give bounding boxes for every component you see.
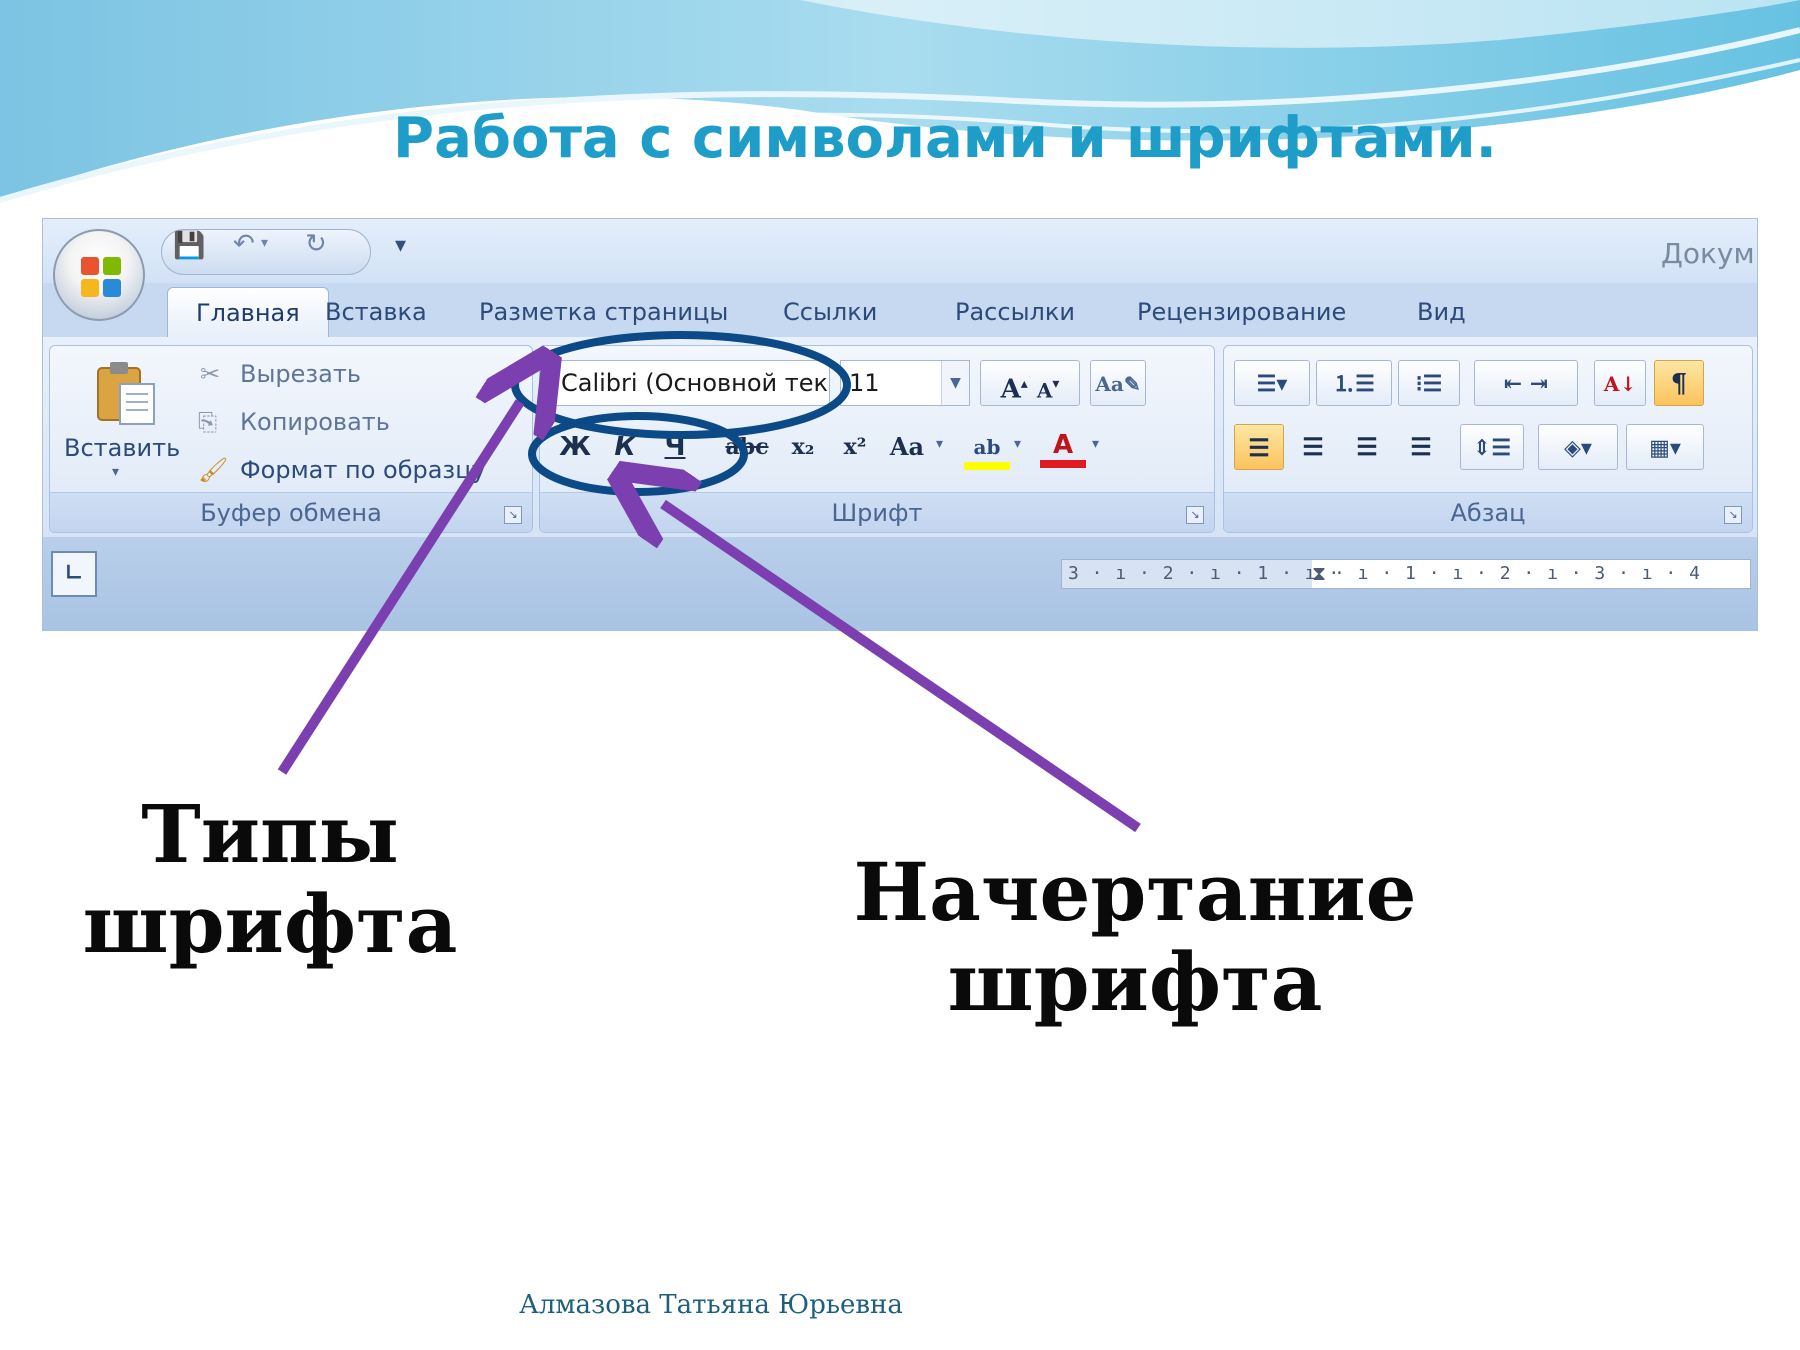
office-logo-icon (81, 257, 121, 297)
font-size-value: 11 (849, 369, 880, 397)
font-launcher-icon[interactable]: ↘ (1186, 506, 1204, 524)
quick-access-toolbar: 💾 ↶ ▾ ↻ ▾ Докум (43, 219, 1757, 283)
tab-home[interactable]: Главная (167, 287, 329, 337)
clipboard-launcher-icon[interactable]: ↘ (504, 506, 522, 524)
horizontal-ruler[interactable]: 3 · ı · 2 · ı · 1 · ı · ⧗ · ı · 1 · ı · … (1061, 559, 1751, 589)
copy-button[interactable]: Копировать (240, 408, 390, 436)
paste-dropdown-icon[interactable]: ▾ (112, 464, 119, 480)
document-title: Докум (1661, 237, 1755, 270)
word-ribbon-screenshot: 💾 ↶ ▾ ↻ ▾ Докум Главная Вставка Разметка… (42, 218, 1758, 631)
font-color-button[interactable]: A (1040, 422, 1086, 468)
redo-icon[interactable]: ↻ (305, 229, 327, 259)
justify-icon[interactable]: ☰ (1396, 424, 1446, 470)
tab-mailings[interactable]: Рассылки (955, 287, 1075, 337)
group-font: Calibri (Основной текст) 11 ▼ A▴ A▾ Aa✎ … (539, 345, 1215, 533)
undo-icon[interactable]: ↶ (233, 229, 255, 259)
bullets-icon[interactable]: ☰▾ (1234, 360, 1310, 406)
format-painter-button[interactable]: Формат по образцу (240, 456, 486, 484)
group-paragraph: ☰▾ ⒈☰ ⁝☰ ⇤ ⇥ А↓ ¶ ☰ ☰ ☰ ☰ ⇕☰ ◈▾ ▦▾ Абзац… (1223, 345, 1753, 533)
multilevel-list-icon[interactable]: ⁝☰ (1398, 360, 1460, 406)
align-left-icon[interactable]: ☰ (1234, 424, 1284, 470)
bold-button[interactable]: Ж (552, 424, 598, 470)
show-marks-button[interactable]: ¶ (1654, 360, 1704, 406)
author-footer: Алмазова Татьяна Юрьевна (519, 1290, 903, 1320)
save-icon[interactable]: 💾 (173, 231, 205, 261)
paragraph-group-label: Абзац (1224, 492, 1752, 532)
change-case-dropdown-icon[interactable]: ▾ (936, 436, 943, 452)
copy-icon[interactable]: ⎘ (198, 408, 217, 436)
ruler-bar: ∟ 3 · ı · 2 · ı · 1 · ı · ⧗ · ı · 1 · ı … (43, 537, 1757, 630)
indent-marker-icon[interactable]: ⧗ (1312, 560, 1332, 588)
font-color-dropdown-icon[interactable]: ▾ (1092, 436, 1099, 452)
indent-buttons-icon[interactable]: ⇤ ⇥ (1474, 360, 1578, 406)
highlight-button[interactable]: ab (964, 424, 1010, 470)
underline-button[interactable]: Ч (652, 424, 698, 470)
office-button[interactable] (53, 229, 145, 321)
cut-button[interactable]: Вырезать (240, 360, 361, 388)
strikethrough-button[interactable]: abc (724, 424, 770, 470)
format-painter-icon[interactable]: 🖌 (198, 456, 228, 484)
line-spacing-icon[interactable]: ⇕☰ (1460, 424, 1524, 470)
grow-shrink-font-buttons[interactable]: A▴ A▾ (980, 360, 1080, 406)
borders-icon[interactable]: ▦▾ (1626, 424, 1704, 470)
paste-button[interactable]: Вставить (64, 434, 180, 462)
undo-dropdown-icon[interactable]: ▾ (261, 235, 268, 251)
italic-button[interactable]: К (602, 424, 648, 470)
paragraph-launcher-icon[interactable]: ↘ (1724, 506, 1742, 524)
tab-insert[interactable]: Вставка (325, 287, 427, 337)
highlight-dropdown-icon[interactable]: ▾ (1014, 436, 1021, 452)
customize-qat-icon[interactable]: ▾ (395, 233, 406, 258)
group-clipboard: Вставить ▾ ✂ Вырезать ⎘ Копировать 🖌 Фор… (49, 345, 533, 533)
tab-review[interactable]: Рецензирование (1137, 287, 1346, 337)
numbering-icon[interactable]: ⒈☰ (1316, 360, 1392, 406)
ruler-left-scale: 3 · ı · 2 · ı · 1 · ı · (1068, 563, 1341, 584)
shading-icon[interactable]: ◈▾ (1538, 424, 1618, 470)
cut-icon[interactable]: ✂ (200, 360, 220, 388)
font-group-label: Шрифт (540, 492, 1214, 532)
clipboard-group-label: Буфер обмена (50, 492, 532, 532)
font-name-value: Calibri (Основной текст) (561, 369, 829, 397)
subscript-button[interactable]: x₂ (780, 424, 826, 470)
align-center-icon[interactable]: ☰ (1288, 424, 1338, 470)
grow-font-icon[interactable]: A (1001, 375, 1021, 405)
shrink-font-icon[interactable]: A (1037, 379, 1053, 403)
paste-icon[interactable] (90, 358, 162, 430)
change-case-button[interactable]: Aa (884, 424, 930, 470)
ruler-right-scale: · ı · 1 · ı · 2 · ı · 3 · ı · 4 (1334, 563, 1701, 584)
font-name-combobox[interactable]: Calibri (Основной текст) (552, 360, 830, 406)
font-size-combobox[interactable]: 11 ▼ (840, 360, 970, 406)
font-style-caption: Начертание шрифта (853, 845, 1417, 1029)
sort-icon[interactable]: А↓ (1594, 360, 1646, 406)
superscript-button[interactable]: x² (832, 424, 878, 470)
align-right-icon[interactable]: ☰ (1342, 424, 1392, 470)
tab-view[interactable]: Вид (1417, 287, 1466, 337)
ribbon-tabs: Главная Вставка Разметка страницы Ссылки… (43, 279, 1757, 337)
tab-references[interactable]: Ссылки (783, 287, 877, 337)
slide-title: Работа с символами и шрифтами. (393, 106, 1497, 171)
font-types-caption: Типы шрифта (82, 787, 458, 971)
tab-selector-icon[interactable]: ∟ (51, 551, 97, 597)
font-size-dropdown-icon[interactable]: ▼ (941, 361, 969, 405)
tab-page-layout[interactable]: Разметка страницы (479, 287, 728, 337)
clear-formatting-icon[interactable]: Aa✎ (1090, 360, 1146, 406)
ribbon-body: Вставить ▾ ✂ Вырезать ⎘ Копировать 🖌 Фор… (43, 337, 1757, 537)
